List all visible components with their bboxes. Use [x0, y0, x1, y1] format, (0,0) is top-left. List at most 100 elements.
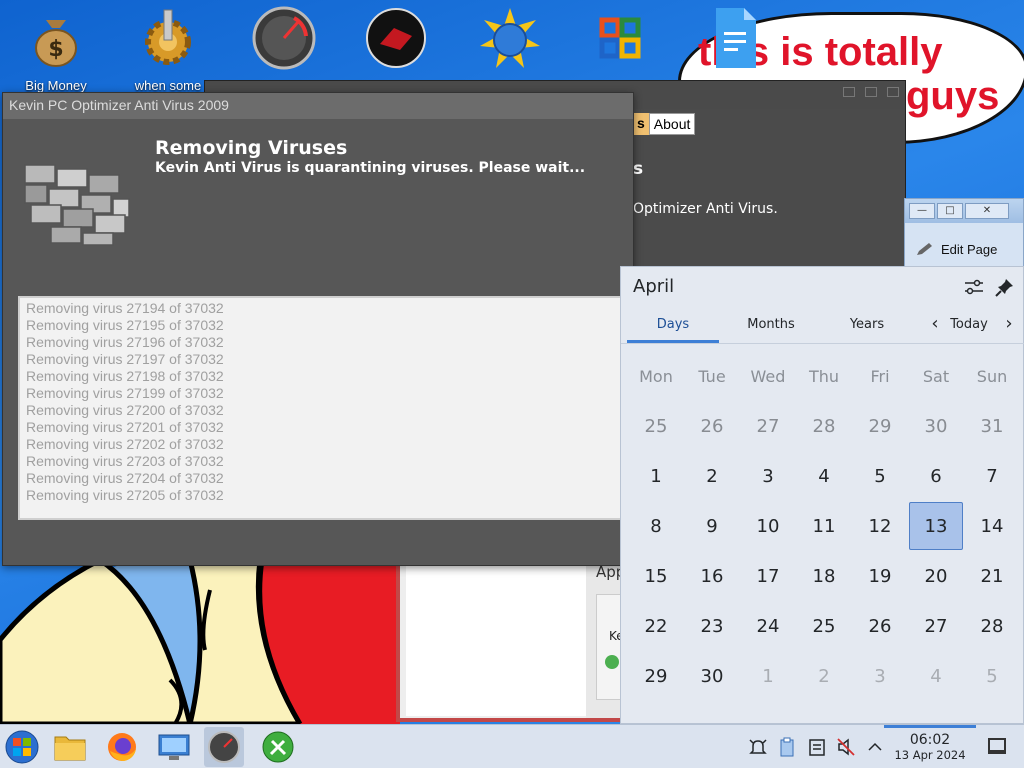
taskbar-system-settings[interactable]	[154, 727, 194, 767]
calendar-day[interactable]: 2	[796, 651, 852, 701]
dialog-status-text: Kevin Anti Virus is quarantining viruses…	[155, 160, 586, 176]
paint-canvas-window-fragment	[396, 560, 622, 722]
calendar-day[interactable]: 31	[964, 401, 1020, 451]
calendar-grid: Mon Tue Wed Thu Fri Sat Sun 25 26 27 28 29 30 31 1 2 3 4 5…	[628, 351, 1020, 701]
close-button[interactable]: ✕	[965, 203, 1009, 219]
minimize-button[interactable]: —	[909, 203, 935, 219]
tab-months[interactable]: Months	[727, 311, 815, 343]
minimize-icon[interactable]	[843, 87, 855, 97]
configure-icon[interactable]	[963, 277, 985, 297]
calendar-day[interactable]: 3	[740, 451, 796, 501]
taskbar-file-manager[interactable]	[50, 727, 90, 767]
log-line: Removing virus 27201 of 37032	[26, 419, 224, 435]
calendar-day[interactable]: 29	[852, 401, 908, 451]
calendar-day[interactable]: 21	[964, 551, 1020, 601]
edit-page-label: Edit Page	[941, 241, 998, 257]
calendar-popup[interactable]: April Days Months Years ‹ Today › Mon Tue…	[620, 266, 1024, 724]
calendar-day[interactable]: 10	[740, 501, 796, 551]
digital-clock[interactable]: 06:02 13 Apr 2024	[884, 725, 976, 768]
calendar-day[interactable]: 15	[628, 551, 684, 601]
calendar-day[interactable]: 23	[684, 601, 740, 651]
maximize-button[interactable]: □	[937, 203, 963, 219]
desktop-icon-red-circle[interactable]	[348, 6, 444, 70]
close-icon[interactable]	[887, 87, 899, 97]
calendar-day[interactable]: 20	[908, 551, 964, 601]
calendar-day[interactable]: 19	[852, 551, 908, 601]
calendar-day[interactable]: 4	[908, 651, 964, 701]
calendar-day[interactable]: 12	[852, 501, 908, 551]
office-logo-icon	[599, 17, 641, 59]
calendar-day[interactable]: 27	[740, 401, 796, 451]
calendar-day[interactable]: 9	[684, 501, 740, 551]
start-menu-button[interactable]	[2, 727, 42, 767]
desktop-icon-speedometer[interactable]	[236, 6, 332, 70]
virus-log-list[interactable]: Removing virus 27194 of 37032 Removing vi…	[18, 296, 638, 520]
calendar-month-title: April	[633, 276, 675, 297]
calendar-day-selected[interactable]: 13	[909, 502, 963, 550]
chevron-right-icon[interactable]: ›	[1001, 311, 1017, 339]
weekday-label: Mon	[639, 366, 673, 386]
tab-years[interactable]: Years	[823, 311, 911, 343]
calendar-day[interactable]: 16	[684, 551, 740, 601]
clipboard-icon[interactable]	[777, 737, 797, 757]
calendar-day[interactable]: 30	[684, 651, 740, 701]
calendar-day[interactable]: 1	[628, 451, 684, 501]
maximize-icon[interactable]	[865, 87, 877, 97]
calendar-day[interactable]: 25	[628, 401, 684, 451]
taskbar-tools-app[interactable]	[258, 727, 298, 767]
app-card[interactable]: Ke	[596, 594, 624, 700]
calendar-day[interactable]: 2	[684, 451, 740, 501]
taskbar-firefox[interactable]	[102, 727, 142, 767]
calendar-day[interactable]: 7	[964, 451, 1020, 501]
calendar-day[interactable]: 27	[908, 601, 964, 651]
browser-titlebar[interactable]: — □ ✕	[905, 199, 1023, 223]
calendar-day[interactable]: 26	[684, 401, 740, 451]
calendar-day[interactable]: 24	[740, 601, 796, 651]
desktop-icon-office[interactable]	[572, 6, 668, 70]
calendar-day[interactable]: 17	[740, 551, 796, 601]
calendar-day[interactable]: 28	[796, 401, 852, 451]
today-button[interactable]: Today	[945, 311, 993, 339]
calendar-day[interactable]: 29	[628, 651, 684, 701]
antivirus-dialog[interactable]: Kevin PC Optimizer Anti Virus 2009 Remov…	[2, 92, 638, 566]
calendar-day[interactable]: 11	[796, 501, 852, 551]
system-settings-icon	[158, 734, 190, 760]
desktop-icon-globe[interactable]	[462, 6, 558, 70]
desktop-icon-big-money[interactable]: $ Big Money	[8, 6, 104, 93]
tab-days[interactable]: Days	[627, 311, 719, 343]
volume-muted-icon[interactable]	[836, 737, 856, 757]
speedometer-icon	[252, 6, 316, 70]
browser-window-fragment[interactable]: — □ ✕ Edit Page	[904, 198, 1024, 268]
dialog-titlebar[interactable]: Kevin PC Optimizer Anti Virus 2009	[3, 93, 633, 119]
calendar-day[interactable]: 5	[852, 451, 908, 501]
taskbar-speedometer-app[interactable]	[204, 727, 244, 767]
calendar-day[interactable]: 30	[908, 401, 964, 451]
pin-icon[interactable]	[995, 277, 1015, 297]
desktop-icon-document[interactable]	[686, 6, 782, 70]
edit-page-button[interactable]: Edit Page	[915, 241, 997, 257]
speedometer-app-icon	[208, 731, 240, 763]
calendar-day[interactable]: 4	[796, 451, 852, 501]
calendar-day[interactable]: 5	[964, 651, 1020, 701]
notifications-icon[interactable]	[748, 737, 768, 757]
calendar-day[interactable]: 26	[852, 601, 908, 651]
calendar-day[interactable]: 8	[628, 501, 684, 551]
tab-about[interactable]: About	[648, 113, 696, 135]
calendar-day[interactable]: 1	[740, 651, 796, 701]
tray-expand-icon[interactable]	[865, 737, 885, 757]
tools-app-icon	[262, 731, 294, 763]
calendar-day[interactable]: 14	[964, 501, 1020, 551]
calendar-day[interactable]: 22	[628, 601, 684, 651]
desktop-icon-gear[interactable]: when some	[120, 6, 216, 93]
chevron-left-icon[interactable]: ‹	[927, 311, 943, 339]
calendar-day[interactable]: 3	[852, 651, 908, 701]
firewall-icon	[24, 164, 130, 246]
calendar-day[interactable]: 18	[796, 551, 852, 601]
calendar-day[interactable]: 6	[908, 451, 964, 501]
calendar-day[interactable]: 25	[796, 601, 852, 651]
calendar-day[interactable]: 28	[964, 601, 1020, 651]
storage-icon[interactable]	[807, 737, 827, 757]
show-desktop-icon[interactable]	[988, 738, 1006, 754]
tab-tools[interactable]: s	[633, 113, 649, 135]
background-tabs: s About	[633, 113, 696, 135]
